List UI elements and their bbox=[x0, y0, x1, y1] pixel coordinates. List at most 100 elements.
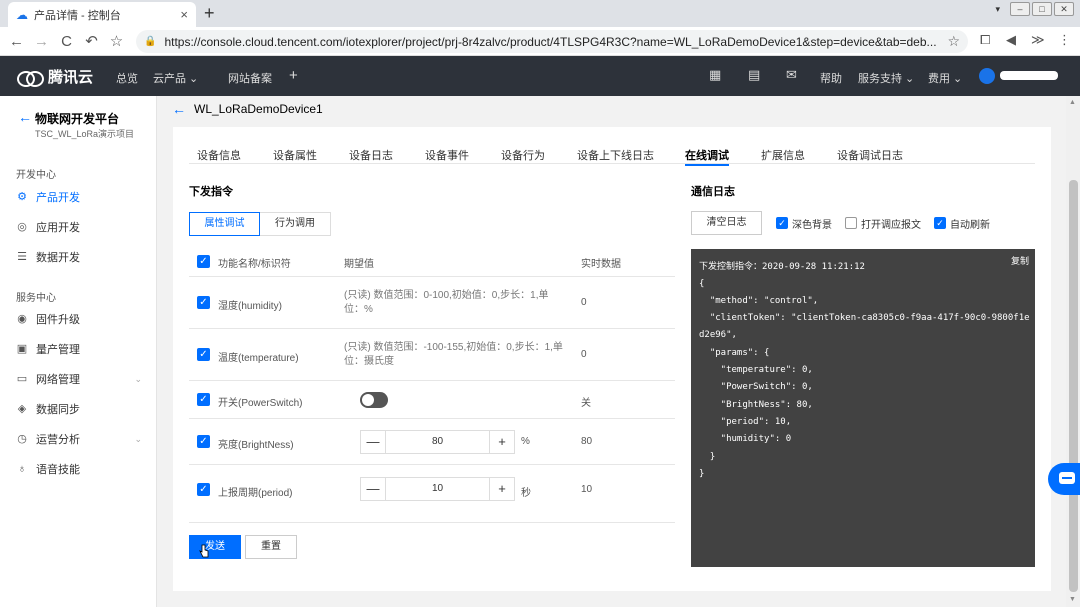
period-input[interactable]: 10 bbox=[385, 478, 490, 500]
username-redacted[interactable] bbox=[1000, 71, 1058, 80]
analytics-icon: ◷ bbox=[17, 433, 27, 445]
maximize-button[interactable]: □ bbox=[1032, 2, 1052, 16]
tab-device-log[interactable]: 设备日志 bbox=[349, 147, 393, 163]
scroll-down-icon[interactable]: ▼ bbox=[1069, 596, 1076, 603]
crop-icon[interactable]: ⧠ bbox=[980, 32, 990, 48]
row-checkbox[interactable]: ✓ bbox=[197, 296, 210, 309]
nav-support[interactable]: 服务支持 ⌄ bbox=[858, 70, 914, 86]
row-checkbox[interactable]: ✓ bbox=[197, 393, 210, 406]
log-line: } bbox=[699, 452, 716, 462]
back-arrow-icon[interactable]: ← bbox=[172, 101, 186, 117]
minimize-button[interactable]: – bbox=[1010, 2, 1030, 16]
new-tab-button[interactable]: + bbox=[204, 3, 215, 24]
sidebar-item-firmware[interactable]: ◉ 固件升级 bbox=[16, 309, 146, 329]
power-switch-toggle[interactable] bbox=[360, 392, 388, 408]
clear-log-button[interactable]: 清空日志 bbox=[691, 211, 762, 235]
network-icon: ▭ bbox=[16, 373, 28, 385]
nav-add-shortcut[interactable]: + bbox=[289, 67, 298, 84]
url-field[interactable]: 🔒 https://console.cloud.tencent.com/iote… bbox=[136, 30, 968, 53]
chat-support-button[interactable] bbox=[1048, 463, 1080, 495]
extensions-icon[interactable]: ≫ bbox=[1031, 32, 1045, 48]
console-header: 腾讯云 总览 云产品 ⌄ 网站备案 + ▦ ▤ ✉ 帮助 服务支持 ⌄ 费用 ⌄ bbox=[0, 56, 1080, 96]
action-call-button[interactable]: 行为调用 bbox=[260, 212, 331, 236]
mail-icon[interactable]: ✉ bbox=[786, 67, 797, 83]
tab-extended-info[interactable]: 扩展信息 bbox=[761, 147, 805, 163]
dark-background-checkbox[interactable]: ✓ 深色背景 bbox=[776, 216, 832, 231]
decrement-button[interactable]: — bbox=[361, 431, 385, 453]
reload-icon[interactable]: C bbox=[54, 33, 79, 50]
back-arrow-icon[interactable]: ← bbox=[4, 33, 29, 50]
sidebar-item-data-sync[interactable]: ◈ 数据同步 bbox=[16, 399, 146, 419]
brightness-input[interactable]: 80 bbox=[385, 431, 490, 453]
increment-button[interactable]: + bbox=[490, 431, 514, 453]
nav-products[interactable]: 云产品 ⌄ bbox=[153, 70, 198, 86]
log-line: "period": 10, bbox=[699, 417, 792, 427]
tab-title: 产品详情 - 控制台 bbox=[34, 9, 121, 22]
unit-label: % bbox=[521, 436, 530, 447]
forward-arrow-icon[interactable]: → bbox=[29, 33, 54, 50]
sidebar-item-network[interactable]: ▭ 网络管理 ⌄ bbox=[16, 369, 146, 389]
table-row: ✓ 亮度(BrightNess) — 80 + % 80 bbox=[189, 419, 675, 465]
row-checkbox[interactable]: ✓ bbox=[197, 435, 210, 448]
tab-close-icon[interactable]: × bbox=[180, 7, 188, 22]
checkbox-unchecked-icon bbox=[845, 217, 857, 229]
tab-search-icon[interactable]: ▾ bbox=[995, 4, 1000, 15]
auto-refresh-checkbox[interactable]: ✓ 自动刷新 bbox=[934, 216, 990, 231]
copy-log-button[interactable]: 复制 bbox=[1011, 254, 1029, 267]
brand-logo[interactable]: 腾讯云 bbox=[16, 66, 93, 87]
voice-icon: ♁ bbox=[17, 463, 27, 475]
more-icon[interactable]: ⋮ bbox=[1058, 32, 1071, 48]
undo-icon[interactable]: ↶ bbox=[79, 32, 104, 50]
volume-icon[interactable]: ◀ bbox=[1006, 32, 1016, 48]
nav-overview[interactable]: 总览 bbox=[116, 70, 138, 86]
avatar[interactable] bbox=[979, 68, 995, 84]
nav-help[interactable]: 帮助 bbox=[820, 70, 842, 86]
row-checkbox[interactable]: ✓ bbox=[197, 483, 210, 496]
select-all-checkbox[interactable]: ✓ bbox=[197, 255, 210, 268]
sidebar-item-label: 固件升级 bbox=[36, 314, 80, 326]
table-row: ✓ 开关(PowerSwitch) 关 bbox=[189, 381, 675, 419]
scrollbar-thumb[interactable] bbox=[1069, 180, 1078, 592]
period-stepper[interactable]: — 10 + bbox=[360, 477, 515, 501]
send-button[interactable]: 发送 bbox=[189, 535, 241, 559]
nav-filing[interactable]: 网站备案 bbox=[228, 70, 272, 86]
unit-label: 秒 bbox=[521, 488, 531, 499]
sidebar-item-mass-production[interactable]: ▣ 量产管理 bbox=[16, 339, 146, 359]
log-line: "method": "control", bbox=[699, 296, 819, 306]
sidebar-item-data-dev[interactable]: ☰ 数据开发 bbox=[16, 247, 146, 267]
close-window-button[interactable]: ✕ bbox=[1054, 2, 1074, 16]
col-realtime-header: 实时数据 bbox=[581, 259, 621, 270]
tab-device-events[interactable]: 设备事件 bbox=[425, 147, 469, 163]
realtime-value: 10 bbox=[581, 484, 593, 495]
brightness-stepper[interactable]: — 80 + bbox=[360, 430, 515, 454]
tab-debug-log[interactable]: 设备调试日志 bbox=[837, 147, 903, 163]
sidebar-item-analytics[interactable]: ◷ 运营分析 ⌄ bbox=[16, 429, 146, 449]
property-debug-button[interactable]: 属性调试 bbox=[189, 212, 260, 236]
sidebar-item-voice-skill[interactable]: ♁ 语音技能 bbox=[16, 459, 146, 479]
lock-icon[interactable]: 🔒 bbox=[144, 36, 156, 47]
qrcode-icon[interactable]: ▦ bbox=[709, 67, 721, 83]
bookmark-icon[interactable]: ☆ bbox=[104, 32, 129, 50]
star-icon[interactable]: ☆ bbox=[947, 33, 960, 50]
log-line: d2e96", bbox=[699, 330, 737, 340]
tab-device-actions[interactable]: 设备行为 bbox=[501, 147, 545, 163]
sidebar-item-product-dev[interactable]: ⚙ 产品开发 bbox=[16, 187, 146, 207]
log-output[interactable]: 复制 下发控制指令：2020-09-28 11:21:12 { "method"… bbox=[691, 249, 1035, 567]
response-message-checkbox[interactable]: 打开调应报文 bbox=[845, 216, 921, 231]
scroll-up-icon[interactable]: ▲ bbox=[1069, 99, 1076, 106]
tab-online-debug[interactable]: 在线调试 bbox=[685, 147, 729, 166]
reset-button[interactable]: 重置 bbox=[245, 535, 297, 559]
browser-tab[interactable]: ☁ 产品详情 - 控制台 × bbox=[8, 2, 196, 27]
sidebar-item-app-dev[interactable]: ◎ 应用开发 bbox=[16, 217, 146, 237]
url-text[interactable]: https://console.cloud.tencent.com/iotexp… bbox=[164, 35, 947, 49]
increment-button[interactable]: + bbox=[490, 478, 514, 500]
document-icon[interactable]: ▤ bbox=[748, 67, 760, 83]
tab-device-info[interactable]: 设备信息 bbox=[197, 147, 241, 163]
decrement-button[interactable]: — bbox=[361, 478, 385, 500]
nav-billing[interactable]: 费用 ⌄ bbox=[928, 70, 962, 86]
sidebar-back-icon[interactable]: ← bbox=[18, 109, 32, 125]
property-desc: (只读) 数值范围：-100-155,初始值：0,步长：1,单位：摄氏度 bbox=[344, 342, 563, 367]
row-checkbox[interactable]: ✓ bbox=[197, 348, 210, 361]
tab-online-offline-log[interactable]: 设备上下线日志 bbox=[577, 147, 654, 163]
tab-device-props[interactable]: 设备属性 bbox=[273, 147, 317, 163]
